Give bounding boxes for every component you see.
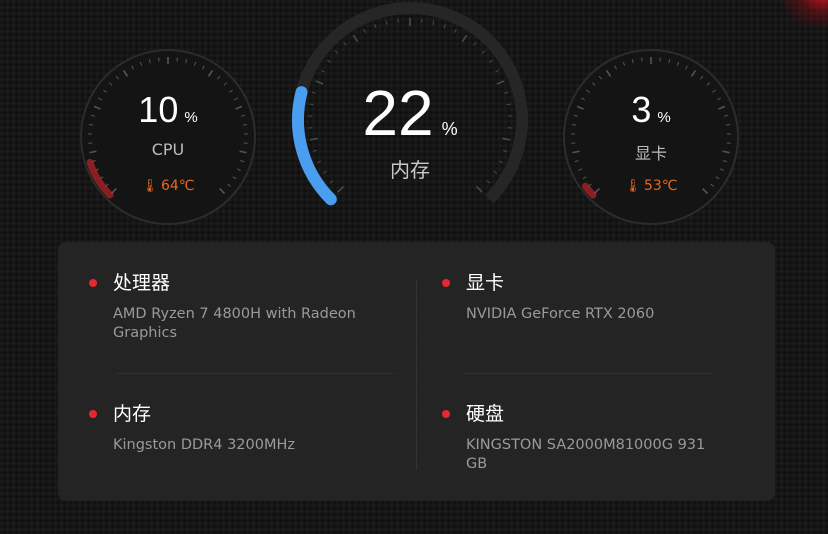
- red-dot-icon: [89, 279, 97, 287]
- red-dot-icon: [442, 279, 450, 287]
- memory-gauge: 22% 内存: [284, 0, 536, 230]
- graphics-title: 显卡: [466, 272, 505, 294]
- cpu-temperature: 🌡 64℃: [141, 178, 195, 194]
- processor-value: AMD Ryzen 7 4800H with Radeon Graphics: [113, 306, 356, 341]
- gpu-temperature: 🌡 53℃: [624, 178, 678, 194]
- thermometer-icon: 🌡: [624, 179, 641, 194]
- cpu-gauge-label: CPU: [151, 140, 185, 159]
- memory-title: 内存: [113, 403, 152, 425]
- red-dot-icon: [89, 410, 97, 418]
- gpu-gauge: 3% 显卡 🌡 53℃: [561, 47, 741, 227]
- memory-value: Kingston DDR4 3200MHz: [113, 437, 296, 453]
- gpu-usage-value: 3%: [631, 89, 671, 130]
- hardware-info-panel: 处理器 AMD Ryzen 7 4800H with Radeon Graphi…: [58, 242, 775, 501]
- memory-usage-value: 22%: [362, 77, 458, 149]
- graphics-value: NVIDIA GeForce RTX 2060: [466, 306, 655, 322]
- gpu-gauge-label: 显卡: [634, 144, 667, 163]
- panel-vertical-divider: [416, 280, 417, 470]
- memory-gauge-label: 内存: [390, 158, 430, 182]
- disk-value: KINGSTON SA2000M81000G 931 GB: [466, 437, 706, 472]
- disk-title: 硬盘: [466, 403, 505, 425]
- processor-title: 处理器: [113, 272, 171, 294]
- red-dot-icon: [442, 410, 450, 418]
- cpu-gauge: 10% CPU 🌡 64℃: [78, 47, 258, 227]
- panel-horizontal-divider-right: [463, 373, 713, 374]
- corner-red-glow: [778, 0, 828, 30]
- panel-horizontal-divider-left: [116, 373, 394, 374]
- cpu-usage-value: 10%: [138, 89, 198, 130]
- thermometer-icon: 🌡: [141, 179, 158, 194]
